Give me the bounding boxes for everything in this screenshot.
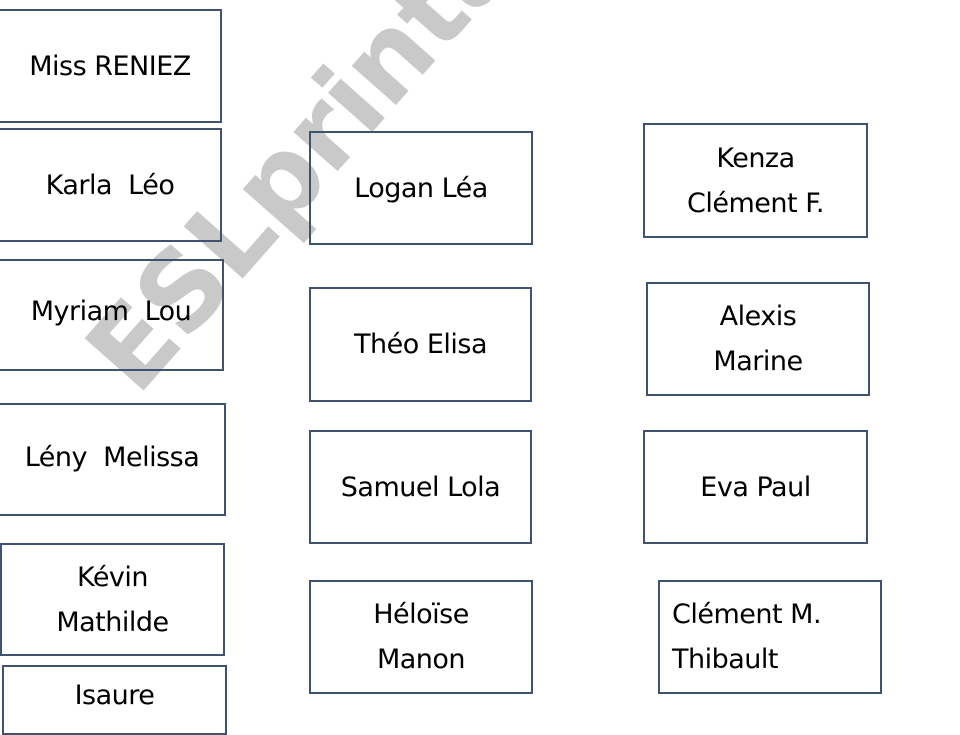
card-label: Clément M. Thibault [672, 599, 822, 675]
name-card: Samuel Lola [309, 430, 532, 544]
name-card: Théo Elisa [309, 287, 532, 402]
name-card: Miss RENIEZ [0, 9, 222, 123]
name-card: Lény Melissa [0, 403, 226, 516]
card-label: Alexis Marine [713, 301, 803, 377]
name-card: Alexis Marine [646, 282, 870, 396]
card-label: Lény Melissa [24, 442, 200, 473]
card-label: Karla Léo [45, 169, 175, 201]
card-label: Logan Léa [354, 172, 488, 204]
card-label: Théo Elisa [354, 329, 488, 360]
name-card: Kenza Clément F. [643, 123, 868, 238]
name-card: Kévin Mathilde [0, 543, 225, 656]
card-label: Samuel Lola [340, 471, 501, 503]
name-card: Myriam Lou [0, 259, 224, 371]
name-card: Eva Paul [643, 430, 868, 544]
name-card: Logan Léa [309, 131, 533, 245]
card-label: Myriam Lou [30, 295, 192, 327]
card-label: Eva Paul [700, 471, 811, 503]
card-label: Kévin Mathilde [56, 561, 169, 638]
name-card: Héloïse Manon [309, 580, 533, 694]
card-label: Isaure [74, 680, 155, 711]
card-label: Héloïse Manon [373, 599, 469, 675]
name-card: Karla Léo [0, 128, 222, 242]
card-label: Miss RENIEZ [29, 50, 191, 82]
name-card: Isaure [2, 665, 227, 735]
name-card: Clément M. Thibault [658, 580, 882, 694]
card-label: Kenza Clément F. [687, 142, 824, 219]
